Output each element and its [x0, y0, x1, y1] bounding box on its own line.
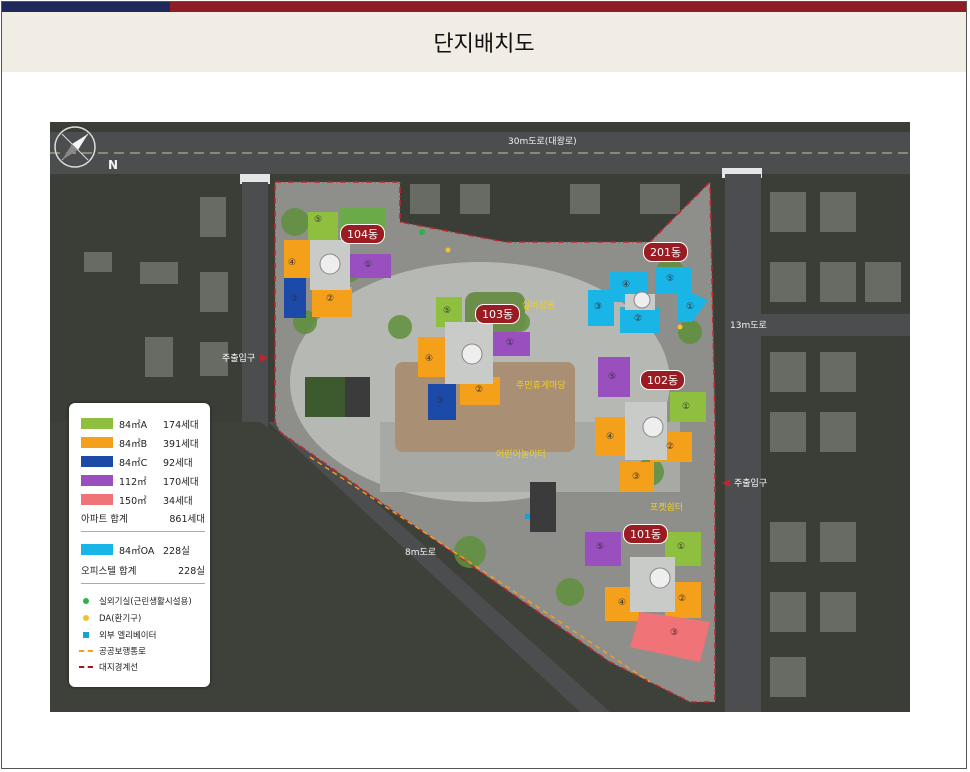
unit-number: ⑤	[666, 274, 675, 284]
site-plan-map: ⑤ ④ ③ ② ① ⑤ ④ ③ ② ① ④ ⑤ ③ ② ① ⑤ ① ④ ② ③ …	[50, 122, 910, 712]
place-label-square: 주민휴게마당	[516, 381, 566, 391]
page-title: 단지배치도	[433, 32, 535, 57]
legend-count: 228실	[163, 545, 190, 557]
unit-number: ⑤	[596, 542, 605, 552]
legend-office-total: 오피스텔 합계 228실	[81, 563, 205, 577]
unit-number: ①	[506, 338, 515, 348]
legend-mark-label: 공공보행통로	[99, 647, 146, 657]
boundary-line-icon	[79, 666, 93, 668]
legend-swatch	[81, 544, 113, 555]
red-bar	[170, 2, 966, 12]
legend-swatch	[81, 475, 113, 486]
compass-north: N	[108, 158, 119, 172]
map-legend: 84㎡A 174세대 84㎡B 391세대 84㎡C 92세대 112㎡ 170…	[69, 403, 210, 687]
legend-row: 84㎡B 391세대	[81, 436, 205, 450]
legend-type: 84㎡B	[119, 438, 148, 450]
unit-number: ④	[606, 432, 615, 442]
legend-row: 84㎡OA 228실	[81, 543, 205, 557]
legend-count: 174세대	[163, 419, 199, 431]
unit-number: ②	[666, 442, 675, 452]
vent-icon	[83, 615, 89, 621]
legend-type: 84㎡OA	[119, 545, 155, 557]
legend-row: 112㎡ 170세대	[81, 474, 205, 488]
office-total-label: 오피스텔 합계	[81, 566, 137, 577]
outdoor-unit-icon	[83, 598, 89, 604]
unit-number: ③	[436, 396, 445, 406]
legend-mark: 외부 엘리베이터	[83, 629, 156, 641]
legend-swatch	[81, 494, 113, 505]
legend-swatch	[81, 418, 113, 429]
legend-mark-label: 외부 엘리베이터	[99, 631, 157, 641]
unit-number: ③	[670, 628, 679, 638]
legend-mark: 공공보행통로	[79, 645, 146, 657]
page-header: 단지배치도	[2, 12, 966, 72]
legend-mark: 대지경계선	[79, 661, 138, 673]
road-label-south: 8m도로	[405, 548, 437, 558]
building-tag-101: 101동	[623, 524, 669, 544]
legend-type: 84㎡C	[119, 457, 148, 469]
building-tag-104: 104동	[340, 224, 386, 244]
legend-mark-label: 대지경계선	[99, 663, 139, 673]
road-label-side: 13m도로	[730, 321, 767, 331]
place-label-garden: 실버정원	[522, 301, 556, 311]
walkway-line-icon	[79, 650, 93, 652]
legend-row: 150㎡ 34세대	[81, 493, 205, 507]
place-label-playground: 어린이놀이터	[496, 450, 546, 460]
entrance-west: 주출입구	[222, 354, 256, 364]
unit-number: ①	[677, 542, 686, 552]
unit-number: ②	[678, 594, 687, 604]
legend-type: 84㎡A	[119, 419, 148, 431]
legend-mark-label: DA(환기구)	[99, 614, 142, 624]
legend-divider	[81, 583, 205, 584]
legend-mark: 실외기실(근린생활시설용)	[83, 595, 192, 607]
office-total-value: 228실	[178, 566, 205, 577]
road-label-main: 30m도로(대왕로)	[508, 137, 577, 147]
unit-number: ④	[288, 258, 297, 268]
legend-type: 112㎡	[119, 476, 147, 488]
building-tag-102: 102동	[640, 370, 686, 390]
legend-row: 84㎡A 174세대	[81, 417, 205, 431]
compass-icon	[54, 126, 96, 168]
navy-bar	[2, 2, 170, 12]
unit-number: ③	[594, 302, 603, 312]
building-tag-103: 103동	[475, 304, 521, 324]
legend-mark-label: 실외기실(근린생활시설용)	[99, 597, 192, 607]
legend-divider	[81, 531, 205, 532]
unit-number: ⑤	[608, 372, 617, 382]
place-label-pocket: 포켓쉼터	[650, 503, 684, 513]
unit-number: ①	[686, 302, 695, 312]
legend-count: 391세대	[163, 438, 199, 450]
entrance-east: 주출입구	[734, 479, 768, 489]
unit-number: ③	[290, 294, 299, 304]
unit-number: ②	[475, 385, 484, 395]
unit-number: ①	[364, 260, 373, 270]
legend-apt-total: 아파트 합계 861세대	[81, 511, 205, 525]
unit-number: ③	[632, 472, 641, 482]
unit-number: ④	[618, 598, 627, 608]
unit-number: ④	[622, 280, 631, 290]
apt-total-label: 아파트 합계	[81, 514, 128, 525]
unit-number: ①	[682, 402, 691, 412]
legend-count: 92세대	[163, 457, 193, 469]
unit-number: ②	[634, 314, 643, 324]
legend-swatch	[81, 437, 113, 448]
apt-total-value: 861세대	[169, 514, 205, 525]
unit-number: ⑤	[443, 306, 452, 316]
legend-count: 170세대	[163, 476, 199, 488]
elevator-icon	[83, 632, 89, 638]
unit-number: ②	[326, 294, 335, 304]
unit-number: ④	[425, 354, 434, 364]
legend-swatch	[81, 456, 113, 467]
legend-row: 84㎡C 92세대	[81, 455, 205, 469]
top-color-bar	[2, 2, 966, 12]
unit-number: ⑤	[314, 215, 323, 225]
legend-type: 150㎡	[119, 495, 147, 507]
building-tag-201: 201동	[643, 242, 689, 262]
legend-mark: DA(환기구)	[83, 612, 141, 624]
legend-count: 34세대	[163, 495, 193, 507]
